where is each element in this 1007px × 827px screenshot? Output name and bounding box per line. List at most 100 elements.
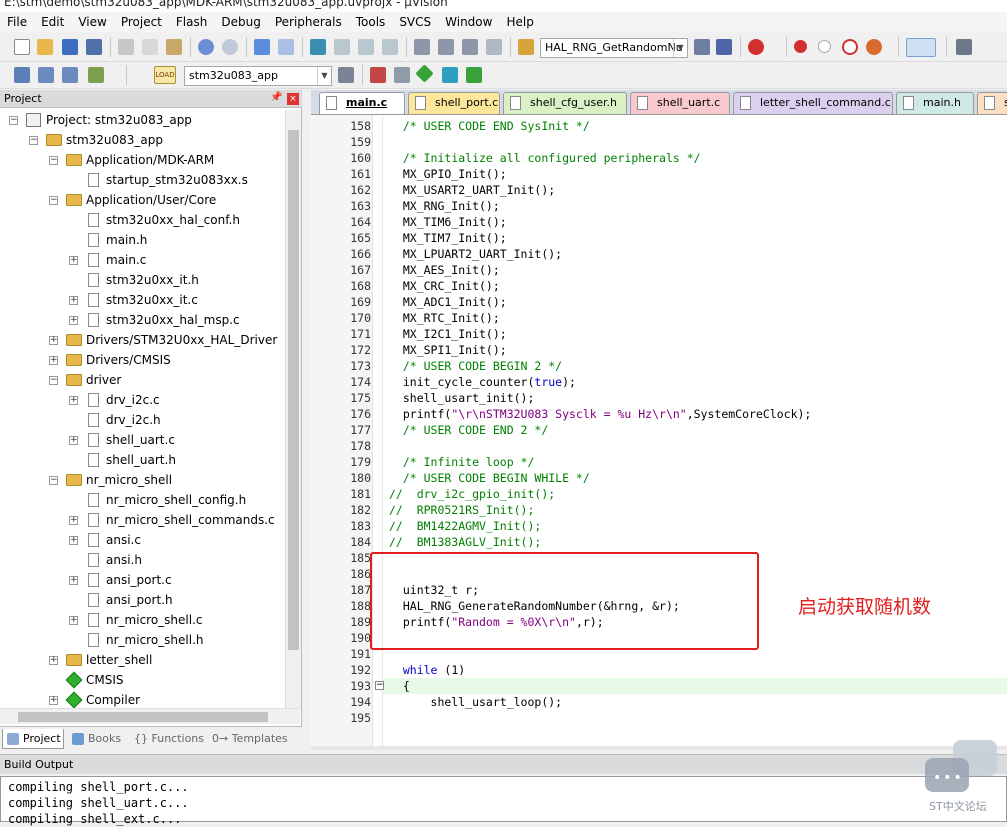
code-editor[interactable]: 158 /* USER CODE END SysInit */ 159 160 /*… bbox=[311, 114, 1007, 746]
menu-flash[interactable]: Flash bbox=[169, 12, 214, 32]
expand-icon[interactable]: + bbox=[69, 396, 78, 405]
build-icon[interactable] bbox=[38, 67, 54, 83]
tree-item[interactable]: drv_i2c.h bbox=[106, 410, 161, 430]
tree-item[interactable]: ansi_port.c bbox=[106, 570, 172, 590]
collapse-icon[interactable]: − bbox=[49, 476, 58, 485]
tree-item[interactable]: Application/MDK-ARM bbox=[86, 150, 214, 170]
tree-item[interactable]: nr_micro_shell_config.h bbox=[106, 490, 246, 510]
expand-icon[interactable]: + bbox=[49, 656, 58, 665]
expand-icon[interactable]: + bbox=[69, 616, 78, 625]
find-icon[interactable] bbox=[694, 39, 710, 55]
menu-project[interactable]: Project bbox=[114, 12, 169, 32]
code-line[interactable]: /* USER CODE BEGIN WHILE */ bbox=[389, 470, 590, 486]
debug-start-icon[interactable] bbox=[748, 39, 764, 55]
menu-window[interactable]: Window bbox=[438, 12, 499, 32]
download-icon[interactable]: LOAD bbox=[154, 66, 176, 84]
editor-tab[interactable]: shell_uart.c bbox=[630, 92, 730, 114]
bookmark-prev-icon[interactable] bbox=[334, 39, 350, 55]
tree-item[interactable]: stm32u0xx_hal_conf.h bbox=[106, 210, 240, 230]
menu-file[interactable]: File bbox=[0, 12, 34, 32]
rebuild-icon[interactable] bbox=[62, 67, 78, 83]
collapse-icon[interactable]: − bbox=[49, 196, 58, 205]
code-line[interactable]: MX_RTC_Init(); bbox=[389, 310, 500, 326]
code-line[interactable]: shell_usart_init(); bbox=[389, 390, 535, 406]
collapse-icon[interactable]: − bbox=[29, 136, 38, 145]
breakpoint-options-icon[interactable] bbox=[866, 39, 882, 55]
collapse-icon[interactable]: − bbox=[49, 156, 58, 165]
save-icon[interactable] bbox=[62, 39, 78, 55]
menu-tools[interactable]: Tools bbox=[349, 12, 393, 32]
tree-item[interactable]: nr_micro_shell.h bbox=[106, 630, 204, 650]
tree-item[interactable]: ansi.c bbox=[106, 530, 141, 550]
collapse-icon[interactable]: − bbox=[49, 376, 58, 385]
code-line[interactable]: // RPR0521RS_Init(); bbox=[389, 502, 534, 518]
code-line[interactable]: // BM1422AGMV_Init(); bbox=[389, 518, 541, 534]
expand-icon[interactable]: + bbox=[49, 356, 58, 365]
tree-item[interactable]: stm32u0xx_it.h bbox=[106, 270, 199, 290]
tab-project[interactable]: Project bbox=[2, 729, 64, 749]
expand-icon[interactable]: + bbox=[69, 296, 78, 305]
editor-tab[interactable]: main.c bbox=[319, 92, 405, 114]
tree-item[interactable]: letter_shell bbox=[86, 650, 152, 670]
tree-item[interactable]: startup_stm32u083xx.s bbox=[106, 170, 248, 190]
code-line[interactable]: shell_usart_loop(); bbox=[389, 694, 563, 710]
select-packs-icon[interactable] bbox=[442, 67, 458, 83]
code-line[interactable]: /* USER CODE BEGIN 2 */ bbox=[389, 358, 562, 374]
tree-item[interactable]: nr_micro_shell.c bbox=[106, 610, 203, 630]
menu-debug[interactable]: Debug bbox=[214, 12, 267, 32]
function-combo[interactable]: HAL_RNG_GetRandomNu ▼ bbox=[540, 38, 688, 58]
breakpoint-kill-all-icon[interactable] bbox=[842, 39, 858, 55]
redo-icon[interactable] bbox=[222, 39, 238, 55]
incremental-find-icon[interactable] bbox=[716, 39, 732, 55]
code-line[interactable]: MX_AES_Init(); bbox=[389, 262, 500, 278]
pin-icon[interactable]: 📌 bbox=[270, 92, 282, 103]
tree-item[interactable]: shell_uart.c bbox=[106, 430, 175, 450]
editor-tab[interactable]: letter_shell_command.c bbox=[733, 92, 893, 114]
project-vertical-scrollbar[interactable] bbox=[285, 110, 301, 708]
code-line[interactable]: /* USER CODE END 2 */ bbox=[389, 422, 548, 438]
tab-functions[interactable]: {} Functions bbox=[128, 729, 204, 749]
target-options-icon[interactable] bbox=[338, 67, 354, 83]
undo-icon[interactable] bbox=[198, 39, 214, 55]
editor-tab[interactable]: s bbox=[977, 92, 1007, 114]
unindent-icon[interactable] bbox=[438, 39, 454, 55]
window-layout-icon[interactable] bbox=[906, 38, 936, 57]
code-line[interactable]: MX_ADC1_Init(); bbox=[389, 294, 507, 310]
editor-tab[interactable]: shell_port.c bbox=[408, 92, 500, 114]
tree-item[interactable]: stm32u0xx_it.c bbox=[106, 290, 198, 310]
chevron-down-icon[interactable]: ▼ bbox=[673, 39, 687, 57]
manage-rte-icon[interactable] bbox=[415, 64, 434, 83]
chevron-down-icon[interactable]: ▼ bbox=[317, 67, 331, 85]
code-line[interactable]: init_cycle_counter(true); bbox=[389, 374, 576, 390]
tree-item[interactable]: Application/User/Core bbox=[86, 190, 216, 210]
code-line[interactable]: MX_RNG_Init(); bbox=[389, 198, 500, 214]
code-line[interactable]: MX_SPI1_Init(); bbox=[389, 342, 507, 358]
tree-item[interactable]: Drivers/STM32U0xx_HAL_Driver bbox=[86, 330, 277, 350]
editor-tab[interactable]: main.h bbox=[896, 92, 974, 114]
configure-tools-icon[interactable] bbox=[956, 39, 972, 55]
find-in-files-icon[interactable] bbox=[518, 39, 534, 55]
nav-forward-icon[interactable] bbox=[278, 39, 294, 55]
nav-back-icon[interactable] bbox=[254, 39, 270, 55]
expand-icon[interactable]: + bbox=[69, 576, 78, 585]
build-output-panel[interactable]: compiling shell_port.c... compiling shell… bbox=[0, 776, 1007, 826]
tree-item[interactable]: Compiler bbox=[86, 690, 140, 710]
expand-icon[interactable]: + bbox=[69, 536, 78, 545]
project-horizontal-scrollbar[interactable] bbox=[0, 708, 300, 724]
expand-icon[interactable]: + bbox=[69, 436, 78, 445]
menu-help[interactable]: Help bbox=[499, 12, 540, 32]
menu-edit[interactable]: Edit bbox=[34, 12, 71, 32]
tree-item[interactable]: ansi.h bbox=[106, 550, 142, 570]
code-line[interactable]: MX_USART2_UART_Init(); bbox=[389, 182, 555, 198]
paste-icon[interactable] bbox=[166, 39, 182, 55]
code-line[interactable]: MX_TIM6_Init(); bbox=[389, 214, 507, 230]
code-line[interactable]: // BM1383AGLV_Init(); bbox=[389, 534, 541, 550]
open-file-icon[interactable] bbox=[37, 39, 53, 55]
menu-peripherals[interactable]: Peripherals bbox=[268, 12, 349, 32]
code-line[interactable]: MX_TIM7_Init(); bbox=[389, 230, 507, 246]
code-line[interactable]: MX_LPUART2_UART_Init(); bbox=[389, 246, 562, 262]
tree-item[interactable]: stm32u0xx_hal_msp.c bbox=[106, 310, 240, 330]
tree-item[interactable]: driver bbox=[86, 370, 121, 390]
copy-project-icon[interactable] bbox=[394, 67, 410, 83]
tab-templates[interactable]: 0→ Templates bbox=[208, 729, 294, 749]
